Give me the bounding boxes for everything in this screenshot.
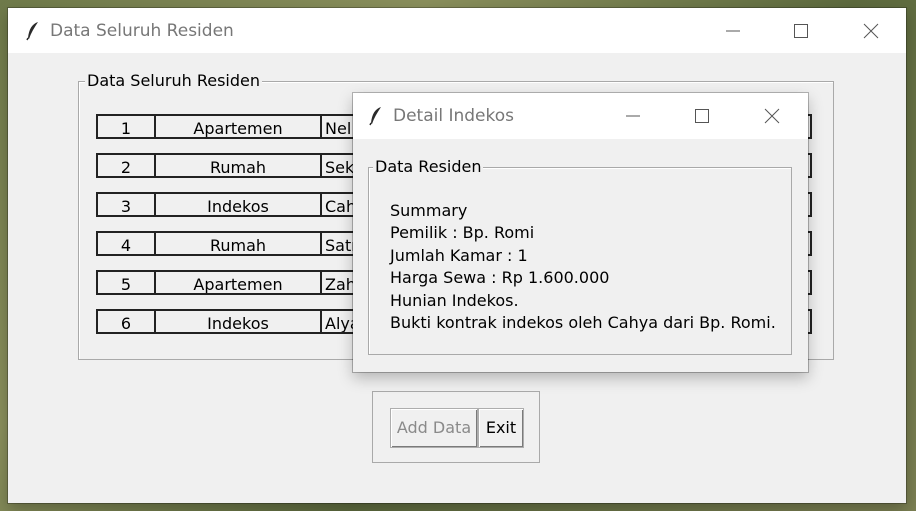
summary-text: Summary Pemilik : Bp. Romi Jumlah Kamar … — [390, 200, 776, 334]
row-number-cell[interactable]: 6 — [96, 309, 156, 334]
dialog-title: Detail Indekos — [393, 106, 515, 126]
summary-contract: Bukti kontrak indekos oleh Cahya dari Bp… — [390, 313, 776, 333]
row-number-cell[interactable]: 2 — [96, 153, 156, 178]
row-type-cell[interactable]: Indekos — [154, 192, 322, 217]
row-number-cell[interactable]: 1 — [96, 114, 156, 139]
maximize-button[interactable] — [778, 8, 824, 53]
window-title: Data Seluruh Residen — [50, 20, 234, 41]
minimize-icon — [726, 30, 740, 31]
row-type-cell[interactable]: Rumah — [154, 231, 322, 256]
add-data-button[interactable]: Add Data — [390, 408, 478, 448]
summary-owner: Pemilik : Bp. Romi — [390, 223, 535, 243]
row-type-cell[interactable]: Indekos — [154, 309, 322, 334]
row-edge — [808, 270, 812, 295]
summary-rent-price: Harga Sewa : Rp 1.600.000 — [390, 268, 610, 288]
row-type-cell[interactable]: Rumah — [154, 153, 322, 178]
summary-heading: Summary — [390, 201, 468, 220]
row-edge — [808, 231, 812, 256]
row-type-cell[interactable]: Apartemen — [154, 270, 322, 295]
residents-group-label: Data Seluruh Residen — [85, 71, 262, 91]
close-icon — [764, 108, 780, 124]
summary-residence-type: Hunian Indekos. — [390, 290, 519, 310]
row-number-cell[interactable]: 5 — [96, 270, 156, 295]
row-number-cell[interactable]: 4 — [96, 231, 156, 256]
row-edge — [808, 309, 812, 334]
dialog-titlebar[interactable]: Detail Indekos — [353, 93, 808, 139]
close-icon — [863, 23, 879, 38]
maximize-icon — [695, 109, 709, 123]
row-edge — [808, 153, 812, 178]
minimize-icon — [626, 115, 640, 117]
feather-icon — [369, 107, 381, 126]
resident-detail-group-label: Data Residen — [373, 157, 484, 177]
summary-room-count: Jumlah Kamar : 1 — [390, 245, 528, 265]
row-edge — [808, 114, 812, 139]
main-titlebar[interactable]: Data Seluruh Residen — [8, 8, 906, 53]
detail-dialog: Detail Indekos Data Residen Summary Pemi… — [353, 93, 808, 372]
row-type-cell[interactable]: Apartemen — [154, 114, 322, 139]
exit-button[interactable]: Exit — [478, 408, 524, 448]
close-button[interactable] — [848, 8, 894, 53]
row-number-cell[interactable]: 3 — [96, 192, 156, 217]
feather-icon — [26, 21, 38, 40]
maximize-icon — [794, 23, 808, 38]
dialog-maximize-button[interactable] — [679, 93, 725, 139]
dialog-minimize-button[interactable] — [610, 93, 656, 139]
minimize-button[interactable] — [710, 8, 756, 53]
row-edge — [808, 192, 812, 217]
dialog-close-button[interactable] — [749, 93, 795, 139]
